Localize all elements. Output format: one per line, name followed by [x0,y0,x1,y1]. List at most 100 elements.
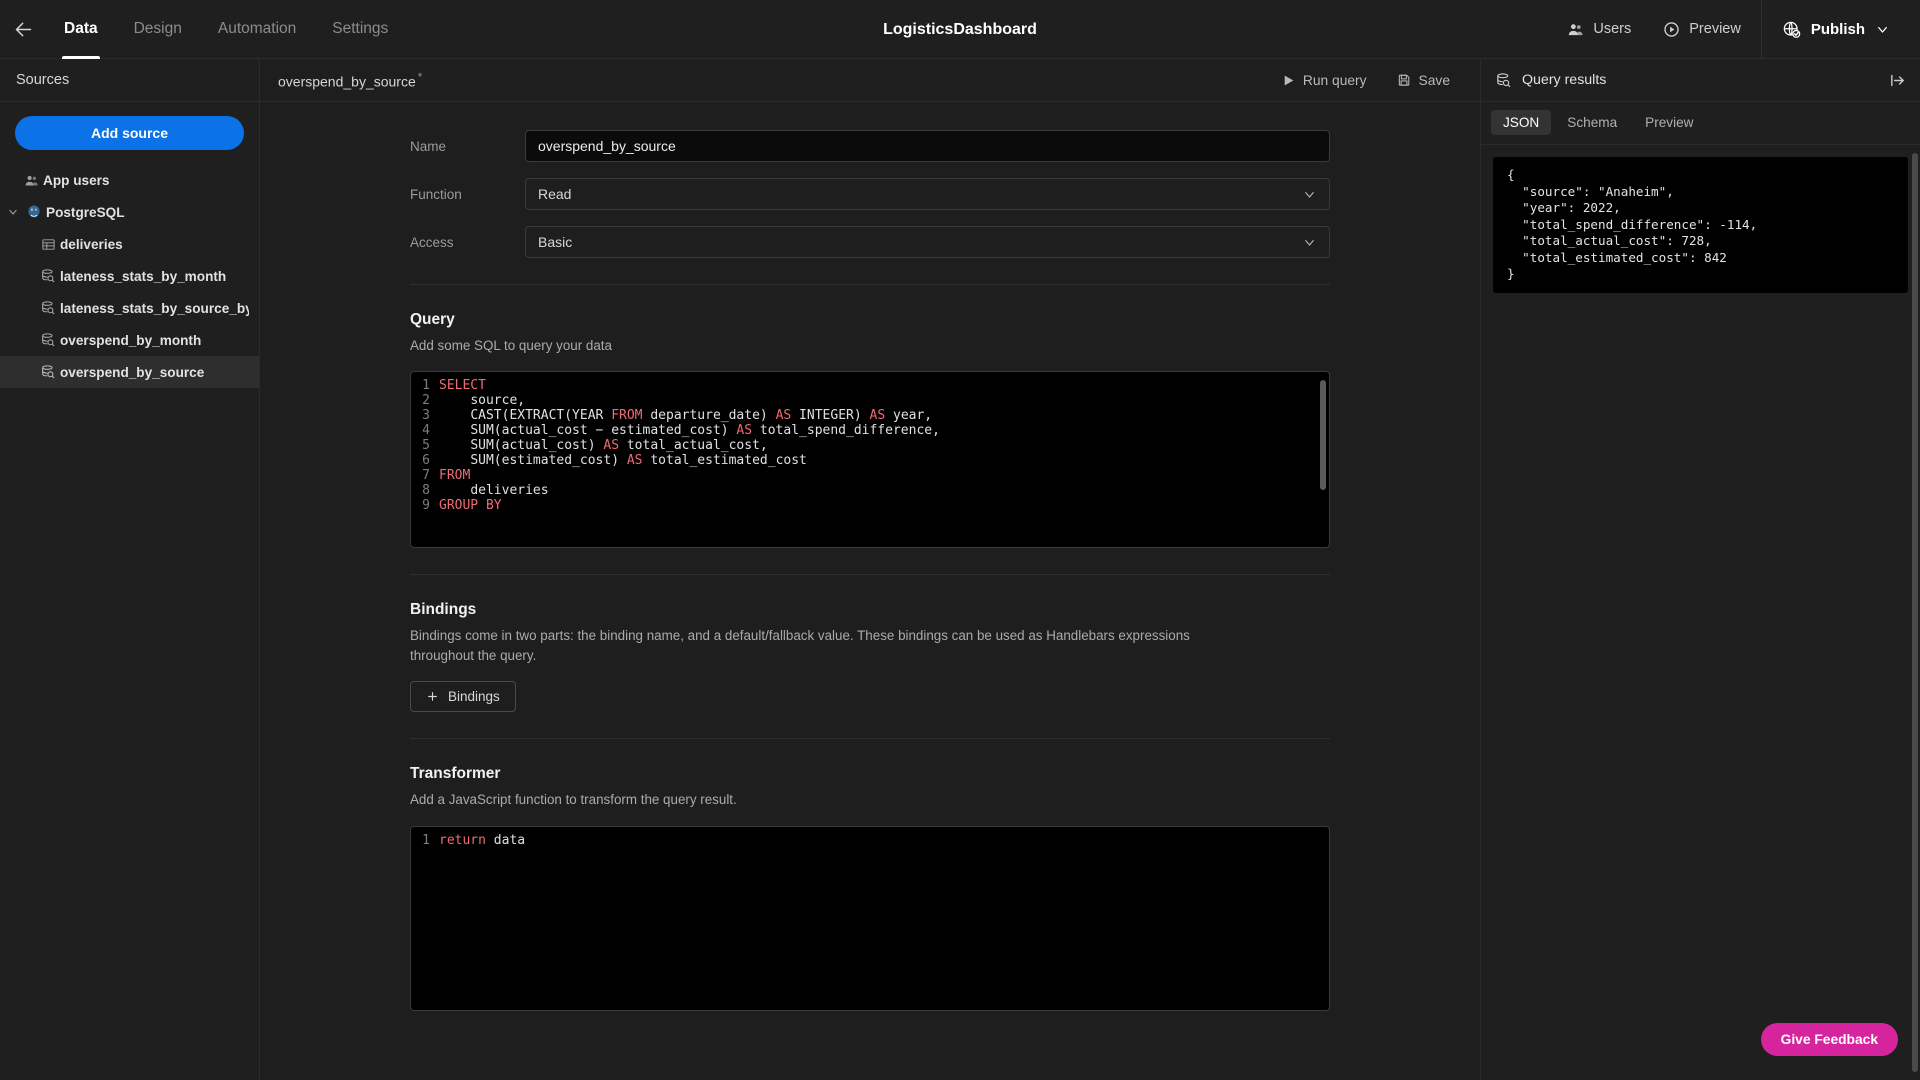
query-icon [36,268,60,284]
main-scroll-area[interactable]: Name Function Read Access [260,102,1480,1080]
query-section-subtitle: Add some SQL to query your data [410,338,612,353]
back-button[interactable] [0,0,46,59]
play-circle-icon [1664,21,1679,37]
nav-tab-settings-label: Settings [332,20,389,37]
top-bar-actions: Users Preview Publish [1551,0,1920,59]
sidebar-item-label: deliveries [60,236,123,252]
code-line-text: GROUP BY [439,497,502,513]
collapse-panel-right-icon[interactable] [1889,72,1906,89]
nav-tab-data[interactable]: Data [46,0,116,59]
code-line-text: CAST(EXTRACT(YEAR FROM departure_date) A… [439,408,933,424]
code-line-number: 8 [422,482,430,498]
transformer-section-title: Transformer [410,765,501,783]
code-line-number: 9 [422,497,430,513]
code-line-number: 5 [422,438,430,454]
query-settings-form: Name Function Read Access [410,102,1330,258]
users-button[interactable]: Users [1551,0,1647,59]
transformer-section: Transformer Add a JavaScript function to… [410,739,1330,1050]
sidebar-item-deliveries[interactable]: deliveries [0,228,259,260]
chevron-down-icon [1302,187,1317,202]
preview-button[interactable]: Preview [1647,0,1757,59]
main-toolbar-actions: Run query Save [1270,67,1462,94]
sidebar: Sources Add source App users PostgreSQL … [0,59,260,1080]
save-label: Save [1418,72,1450,88]
code-line: 6 SUM(estimated_cost) AS total_estimated… [411,452,1329,469]
app-root: Data Design Automation Settings Logistic… [0,0,1920,1080]
code-line-text: return data [439,832,526,848]
run-query-label: Run query [1302,72,1367,88]
sidebar-item-lateness-stats-by-source-by-year[interactable]: lateness_stats_by_source_by_year [0,292,259,324]
main-panel: overspend_by_source * Run query Save Nam… [260,59,1480,1080]
access-label: Access [410,234,454,250]
code-line-number: 1 [422,378,430,394]
function-select[interactable]: Read [525,178,1330,210]
main-toolbar: overspend_by_source * Run query Save [260,59,1480,102]
sidebar-item-app-users[interactable]: App users [0,164,259,196]
code-line: 1 SELECT [411,378,1329,394]
bindings-section: Bindings Bindings come in two parts: the… [410,575,1330,713]
access-select-value: Basic [538,234,573,250]
tab-schema[interactable]: Schema [1555,110,1629,135]
save-button[interactable]: Save [1385,67,1462,94]
query-icon [36,300,60,316]
unsaved-indicator: * [417,70,423,85]
sql-editor-scrollbar[interactable] [1320,380,1326,491]
function-select-value: Read [538,186,572,202]
access-field-row: Access Basic [410,226,1330,258]
publish-button[interactable]: Publish [1766,0,1904,59]
transformer-editor[interactable]: 1 return data [410,825,1330,1011]
globe-check-icon [1783,21,1801,38]
nav-tab-automation[interactable]: Automation [200,0,314,59]
code-line: 9 GROUP BY [411,497,1329,514]
query-results-title: Query results [1522,72,1607,88]
query-results-header: Query results [1481,59,1920,102]
bindings-section-subtitle: Bindings come in two parts: the binding … [410,628,1190,663]
give-feedback-button[interactable]: Give Feedback [1760,1023,1898,1056]
sidebar-item-label: App users [43,172,110,188]
nav-tab-settings[interactable]: Settings [314,0,406,59]
sidebar-item-lateness-stats-by-month[interactable]: lateness_stats_by_month [0,260,259,292]
chevron-down-icon [1302,235,1317,250]
add-source-button[interactable]: Add source [15,116,244,150]
sql-editor[interactable]: 1 SELECT 2 source, 3 CAST(EXTRACT(YEAR FROM… [410,371,1330,549]
access-select[interactable]: Basic [525,226,1330,258]
sql-code-lines: 1 SELECT 2 source, 3 CAST(EXTRACT(YEAR FROM… [411,372,1329,513]
code-line-text: deliveries [439,482,549,498]
toolbar-divider [1760,0,1762,59]
query-results-tabs: JSON Schema Preview [1481,102,1920,145]
chevron-down-icon [1878,26,1887,33]
sidebar-item-label: PostgreSQL [46,204,125,220]
code-line: 1 return data [411,832,1329,849]
sidebar-item-overspend-by-source[interactable]: overspend_by_source [0,356,259,388]
add-bindings-button[interactable]: Bindings [410,681,516,713]
code-line: 7 FROM [411,467,1329,484]
sidebar-item-postgresql[interactable]: PostgreSQL [0,196,259,228]
tab-preview[interactable]: Preview [1633,110,1705,135]
json-output: { "source": "Anaheim", "year": 2022, "to… [1493,157,1908,293]
add-bindings-label: Bindings [448,689,500,705]
sidebar-item-label: lateness_stats_by_source_by_year [60,300,249,316]
name-input[interactable] [525,130,1330,162]
tab-json[interactable]: JSON [1491,110,1552,135]
main-nav-tabs: Data Design Automation Settings [46,0,406,59]
code-line-number: 3 [422,408,430,424]
sidebar-item-overspend-by-month[interactable]: overspend_by_month [0,324,259,356]
users-icon [1569,23,1583,35]
run-query-button[interactable]: Run query [1270,67,1379,94]
code-line-text: SUM(estimated_cost) AS total_estimated_c… [439,452,807,468]
nav-tab-design[interactable]: Design [116,0,200,59]
code-line: 2 source, [411,393,1329,409]
code-line: 5 SUM(actual_cost) AS total_actual_cost, [411,438,1329,454]
chevron-down-icon[interactable] [4,206,22,218]
nav-tab-data-label: Data [64,20,98,37]
preview-label: Preview [1689,21,1741,37]
code-line-number: 1 [422,832,430,848]
top-bar: Data Design Automation Settings Logistic… [0,0,1920,59]
sources-tree: App users PostgreSQL deliveries lateness… [0,164,259,388]
app-body: Sources Add source App users PostgreSQL … [0,59,1920,1080]
sidebar-item-label: lateness_stats_by_month [60,268,227,284]
code-line-text: SELECT [439,378,486,394]
code-line-text: FROM [439,467,471,483]
query-icon [36,364,60,380]
results-scrollbar[interactable] [1912,153,1918,1072]
